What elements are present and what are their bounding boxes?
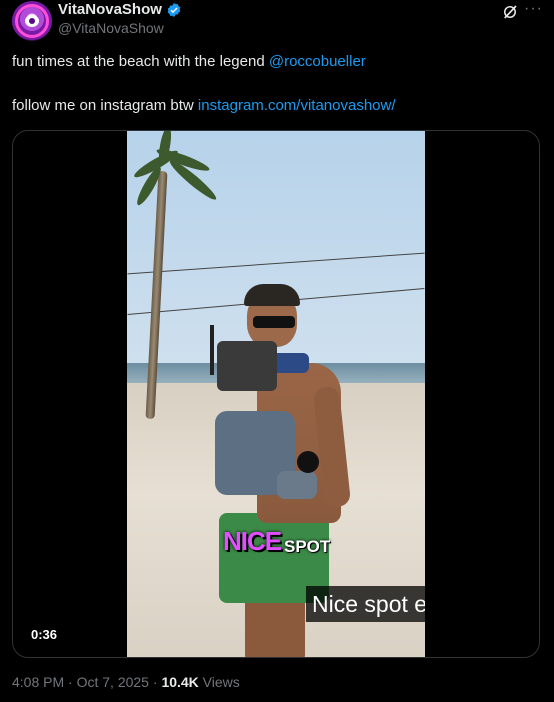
mention-link[interactable]: @roccobueller: [269, 53, 366, 70]
tweet-time[interactable]: 4:08 PM: [12, 674, 64, 690]
meta-separator: ·: [64, 674, 77, 690]
caption-emphasis: NICE: [223, 526, 282, 556]
microphone: [297, 451, 319, 473]
views-count[interactable]: 10.4K: [161, 674, 198, 690]
tweet-line-1-text: fun times at the beach with the legend: [12, 53, 269, 70]
tweet-line-2-text: follow me on instagram btw: [12, 97, 198, 114]
caption-word: SPOT: [284, 537, 331, 556]
tweet-line-1: fun times at the beach with the legend @…: [12, 52, 542, 72]
drone-antenna: [210, 325, 214, 375]
handle[interactable]: @VitaNovaShow: [58, 20, 164, 36]
name-row: VitaNovaShow: [58, 1, 182, 18]
video-duration: 0:36: [24, 625, 65, 645]
tweet-header: VitaNovaShow @VitaNovaShow ···: [12, 0, 542, 44]
tweet-line-2: follow me on instagram btw instagram.com…: [12, 96, 542, 116]
video-subtitle: Nice spot eh?: [306, 586, 425, 622]
display-name[interactable]: VitaNovaShow: [58, 1, 162, 18]
person-cap: [244, 284, 300, 306]
tweet-date[interactable]: Oct 7, 2025: [77, 674, 149, 690]
drone-arm: [277, 471, 317, 499]
video-frame[interactable]: NICE SPOT Nice spot eh?: [127, 131, 425, 657]
person-sunglasses: [253, 316, 295, 328]
verified-badge-icon: [167, 2, 181, 17]
power-line: [127, 252, 425, 275]
meta-separator: ·: [148, 674, 162, 690]
tweet-meta: 4:08 PM · Oct 7, 2025 · 10.4K Views: [12, 674, 240, 690]
instagram-link[interactable]: instagram.com/vitanovashow/: [198, 97, 396, 114]
drone-top: [217, 341, 277, 391]
avatar[interactable]: [12, 1, 52, 41]
more-options-icon[interactable]: ···: [524, 1, 542, 20]
tweet-text: fun times at the beach with the legend @…: [12, 52, 542, 116]
grok-icon[interactable]: [501, 3, 519, 21]
video-player[interactable]: NICE SPOT Nice spot eh? 0:36: [12, 130, 540, 658]
avatar-pupil: [29, 18, 35, 24]
views-label: Views: [198, 674, 240, 690]
